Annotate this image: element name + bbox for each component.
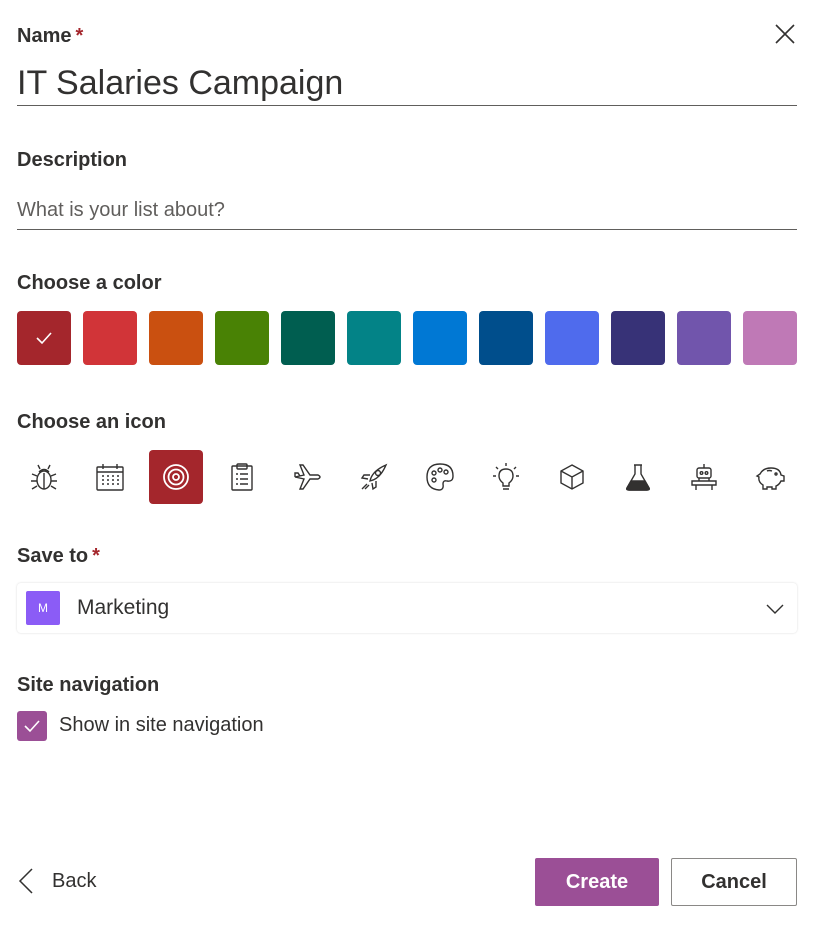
bug-icon xyxy=(31,464,57,490)
color-swatch[interactable] xyxy=(479,311,533,365)
show-in-navigation-label[interactable]: Show in site navigation xyxy=(59,714,264,737)
save-to-label: Save to * xyxy=(17,545,100,567)
site-avatar: M xyxy=(26,591,60,625)
name-label: Name * xyxy=(17,25,84,47)
checkmark-icon xyxy=(24,720,40,733)
close-icon xyxy=(775,24,795,44)
icon-option-lightbulb[interactable] xyxy=(479,450,533,504)
description-input[interactable] xyxy=(17,191,797,230)
flask-icon xyxy=(626,464,650,491)
rocket-icon xyxy=(360,463,388,491)
back-label: Back xyxy=(52,869,97,892)
save-to-dropdown[interactable]: M Marketing xyxy=(17,583,797,633)
description-label: Description xyxy=(17,149,128,171)
icon-option-robot[interactable] xyxy=(677,450,731,504)
color-swatch[interactable] xyxy=(545,311,599,365)
icon-option-flask[interactable] xyxy=(611,450,665,504)
target-icon xyxy=(163,464,189,490)
icon-option-palette[interactable] xyxy=(413,450,467,504)
icon-option-target[interactable] xyxy=(149,450,203,504)
required-mark: * xyxy=(92,545,100,567)
piggy-bank-icon xyxy=(755,467,785,490)
palette-icon xyxy=(426,463,454,491)
airplane-icon xyxy=(294,464,321,490)
icon-option-airplane[interactable] xyxy=(281,450,335,504)
color-swatch[interactable] xyxy=(677,311,731,365)
clipboard-icon xyxy=(231,463,253,491)
color-swatch[interactable] xyxy=(17,311,71,365)
color-swatch[interactable] xyxy=(743,311,797,365)
icon-label: Choose an icon xyxy=(17,411,166,433)
icon-option-rocket[interactable] xyxy=(347,450,401,504)
color-swatches xyxy=(17,311,797,365)
color-swatch[interactable] xyxy=(413,311,467,365)
color-swatch[interactable] xyxy=(347,311,401,365)
icon-option-cube[interactable] xyxy=(545,450,599,504)
site-navigation-label: Site navigation xyxy=(17,674,160,696)
color-swatch[interactable] xyxy=(611,311,665,365)
icon-option-piggy-bank[interactable] xyxy=(743,450,797,504)
color-swatch[interactable] xyxy=(215,311,269,365)
checkmark-icon xyxy=(36,332,52,345)
color-swatch[interactable] xyxy=(149,311,203,365)
show-in-navigation-checkbox[interactable] xyxy=(17,711,47,741)
icon-picker xyxy=(17,450,797,504)
cube-icon xyxy=(560,464,584,490)
robot-icon xyxy=(691,464,717,490)
calendar-icon xyxy=(96,464,124,491)
color-swatch[interactable] xyxy=(281,311,335,365)
chevron-left-icon xyxy=(18,868,33,894)
icon-option-bug[interactable] xyxy=(17,450,71,504)
chevron-down-icon xyxy=(766,604,784,614)
create-button[interactable]: Create xyxy=(535,858,659,906)
lightbulb-icon xyxy=(493,463,519,490)
back-button[interactable]: Back xyxy=(17,866,96,896)
close-button[interactable] xyxy=(772,21,798,47)
required-mark: * xyxy=(75,25,84,47)
icon-option-clipboard[interactable] xyxy=(215,450,269,504)
cancel-button[interactable]: Cancel xyxy=(671,858,797,906)
color-swatch[interactable] xyxy=(83,311,137,365)
color-label: Choose a color xyxy=(17,272,162,294)
site-name: Marketing xyxy=(77,596,170,619)
icon-option-calendar[interactable] xyxy=(83,450,137,504)
name-input[interactable] xyxy=(17,62,797,106)
